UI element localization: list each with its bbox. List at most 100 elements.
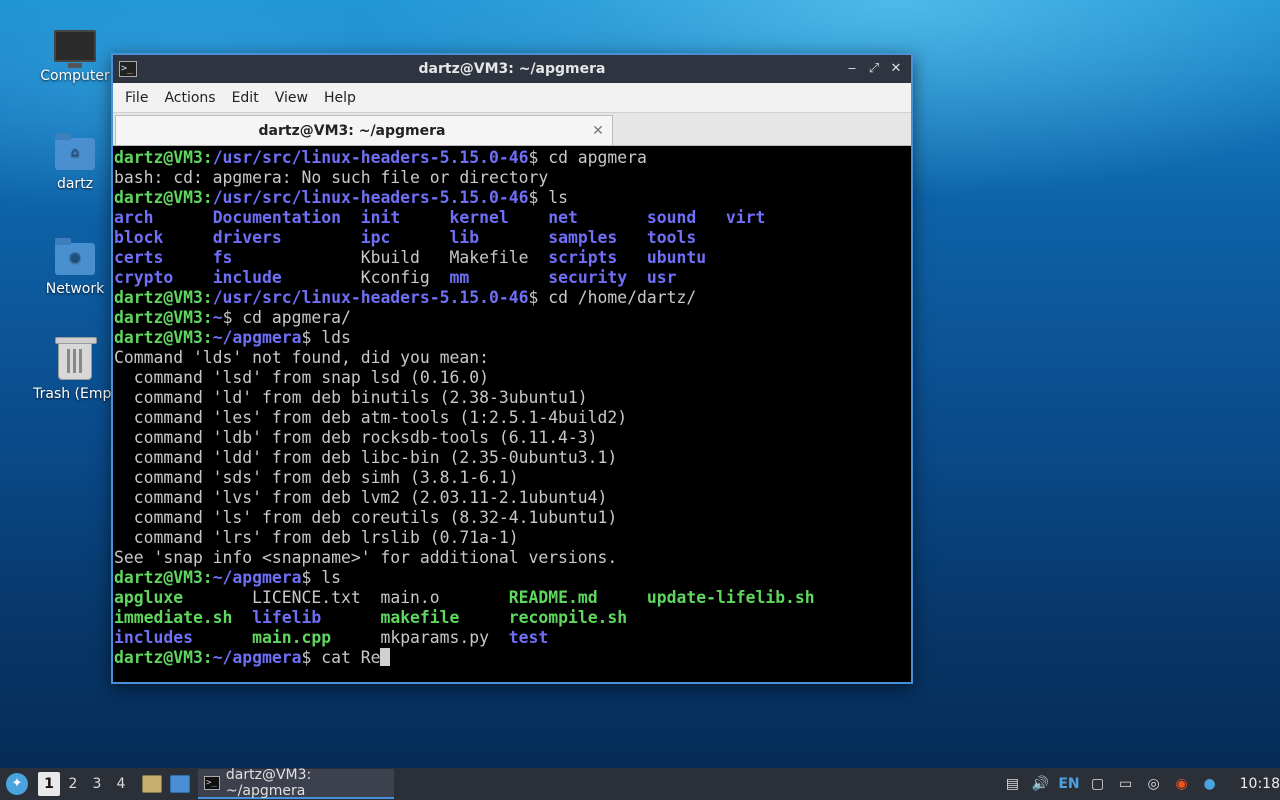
terminal-line: See 'snap info <snapname>' for additiona… <box>114 548 911 568</box>
output-text: command 'ld' from deb binutils (2.38-3ub… <box>114 388 588 407</box>
keyboard-layout[interactable]: EN <box>1058 776 1079 792</box>
executable-entry: recompile.sh <box>508 608 647 627</box>
minimize-button[interactable]: ‒ <box>843 60 861 78</box>
terminal-app-icon: >_ <box>204 776 220 790</box>
workspace-3[interactable]: 3 <box>86 772 108 796</box>
workspace-2[interactable]: 2 <box>62 772 84 796</box>
network-icon[interactable]: ▭ <box>1116 774 1136 794</box>
terminal-line: crypto include Kconfig mm security usr <box>114 268 911 288</box>
terminal-line: command 'ld' from deb binutils (2.38-3ub… <box>114 388 911 408</box>
terminal-line: command 'sds' from deb simh (3.8.1-6.1) <box>114 468 911 488</box>
close-button[interactable]: ✕ <box>887 60 905 78</box>
menu-actions[interactable]: Actions <box>156 90 223 106</box>
directory-entry: virt <box>725 208 776 227</box>
terminal-app-icon[interactable]: >_ <box>119 61 137 77</box>
tab-close-icon[interactable]: ✕ <box>588 123 608 139</box>
output-text: command 'lrs' from deb lrslib (0.71a-1) <box>114 528 519 547</box>
executable-entry: apgluxe <box>114 588 253 607</box>
prompt-command: $ cat Re <box>301 648 381 667</box>
directory-entry: samples <box>548 228 647 247</box>
terminal-line: arch Documentation init kernel net sound… <box>114 208 911 228</box>
update-icon[interactable]: ◎ <box>1144 774 1164 794</box>
terminal-line: dartz@VM3:/usr/src/linux-headers-5.15.0-… <box>114 148 911 168</box>
workspace-1[interactable]: 1 <box>38 772 60 796</box>
directory-entry: sound <box>646 208 726 227</box>
tab-terminal[interactable]: dartz@VM3: ~/apgmera ✕ <box>115 115 613 145</box>
menu-help[interactable]: Help <box>316 90 364 106</box>
executable-entry: update-lifelib.sh <box>646 588 825 607</box>
ubuntu-icon[interactable]: ◉ <box>1172 774 1192 794</box>
menu-edit[interactable]: Edit <box>224 90 267 106</box>
directory-entry: lifelib <box>252 608 381 627</box>
executable-entry: immediate.sh <box>114 608 253 627</box>
file-entry: mkparams.py <box>380 628 509 647</box>
terminal-line: dartz@VM3:/usr/src/linux-headers-5.15.0-… <box>114 288 911 308</box>
desktop-icon-label: Computer <box>40 68 110 84</box>
prompt-user: dartz@VM3: <box>114 328 213 347</box>
directory-entry: arch <box>114 208 213 227</box>
start-menu-icon[interactable]: ✦ <box>6 773 28 795</box>
prompt-command: $ ls <box>528 188 568 207</box>
directory-entry: usr <box>646 268 726 287</box>
terminal-line: command 'ls' from deb coreutils (8.32-4.… <box>114 508 911 528</box>
directory-entry: test <box>508 628 647 647</box>
notes-icon[interactable]: ▢ <box>1088 774 1108 794</box>
directory-entry: crypto <box>114 268 213 287</box>
output-text: command 'lvs' from deb lvm2 (2.03.11-2.1… <box>114 488 608 507</box>
terminal-line: dartz@VM3:/usr/src/linux-headers-5.15.0-… <box>114 188 911 208</box>
output-text: command 'lsd' from snap lsd (0.16.0) <box>114 368 489 387</box>
show-desktop-icon[interactable] <box>170 775 190 793</box>
desktop-icon-label: Network <box>45 281 105 297</box>
workspace-4[interactable]: 4 <box>110 772 132 796</box>
directory-entry: fs <box>212 248 361 267</box>
terminal-output[interactable]: dartz@VM3:/usr/src/linux-headers-5.15.0-… <box>113 146 911 682</box>
text-cursor <box>380 648 391 666</box>
output-text: command 'ldd' from deb libc-bin (2.35-0u… <box>114 448 618 467</box>
executable-entry: README.md <box>508 588 647 607</box>
terminal-line: dartz@VM3:~/apgmera$ cat Re <box>114 648 911 668</box>
terminal-line: command 'ldb' from deb rocksdb-tools (6.… <box>114 428 911 448</box>
tab-bar: dartz@VM3: ~/apgmera ✕ <box>113 113 911 146</box>
task-label: dartz@VM3: ~/apgmera <box>225 767 312 799</box>
file-entry: main.o <box>380 588 509 607</box>
prompt-user: dartz@VM3: <box>114 648 213 667</box>
executable-entry: makefile <box>380 608 509 627</box>
computer-icon <box>54 30 96 68</box>
prompt-user: dartz@VM3: <box>114 288 213 307</box>
clock[interactable]: 10:18 <box>1240 776 1280 792</box>
directory-entry: init <box>360 208 450 227</box>
home-folder-icon: ⌂ <box>55 133 95 170</box>
system-tray: ▤ 🔊 EN ▢ ▭ ◎ ◉ ● <box>1002 774 1219 794</box>
menu-view[interactable]: View <box>267 90 316 106</box>
terminal-window: >_ dartz@VM3: ~/apgmera ‒ ⤢ ✕ File Actio… <box>111 53 913 684</box>
prompt-user: dartz@VM3: <box>114 568 213 587</box>
clipboard-icon[interactable]: ▤ <box>1002 774 1022 794</box>
network-folder-icon: ◉ <box>55 238 95 275</box>
desktop-icon-label: Trash (Empt <box>33 386 117 402</box>
file-entry: Kbuild <box>360 248 450 267</box>
output-text: command 'sds' from deb simh (3.8.1-6.1) <box>114 468 519 487</box>
window-title: dartz@VM3: ~/apgmera <box>418 61 606 77</box>
directory-entry: drivers <box>212 228 361 247</box>
file-manager-icon[interactable] <box>142 775 162 793</box>
volume-icon[interactable]: 🔊 <box>1030 774 1050 794</box>
directory-entry: Documentation <box>212 208 361 227</box>
directory-entry: security <box>548 268 647 287</box>
directory-entry: include <box>212 268 361 287</box>
taskbar-terminal-button[interactable]: >_ dartz@VM3: ~/apgmera <box>198 767 394 799</box>
taskbar: ✦ 1 2 3 4 >_ dartz@VM3: ~/apgmera ▤ 🔊 EN… <box>0 767 1280 800</box>
output-text: Command 'lds' not found, did you mean: <box>114 348 489 367</box>
prompt-path: ~ <box>212 308 223 327</box>
directory-entry: net <box>548 208 647 227</box>
menu-file[interactable]: File <box>117 90 156 106</box>
terminal-line: Command 'lds' not found, did you mean: <box>114 348 911 368</box>
file-entry: LICENCE.txt <box>252 588 381 607</box>
terminal-line: immediate.sh lifelib makefile recompile.… <box>114 608 911 628</box>
prompt-user: dartz@VM3: <box>114 188 213 207</box>
prompt-path: /usr/src/linux-headers-5.15.0-46 <box>212 188 529 207</box>
terminal-line: command 'les' from deb atm-tools (1:2.5.… <box>114 408 911 428</box>
directory-entry: mm <box>449 268 549 287</box>
maximize-button[interactable]: ⤢ <box>865 60 883 78</box>
notification-icon[interactable]: ● <box>1200 774 1220 794</box>
window-titlebar[interactable]: >_ dartz@VM3: ~/apgmera ‒ ⤢ ✕ <box>113 55 911 83</box>
